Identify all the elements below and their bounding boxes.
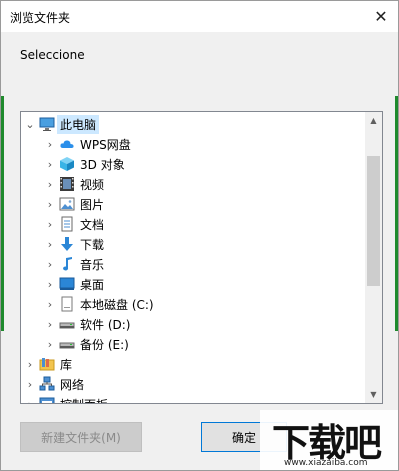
3d-objects-icon xyxy=(59,156,75,172)
title-bar: 浏览文件夹 ✕ xyxy=(1,1,398,32)
expand-chevron-icon[interactable]: › xyxy=(45,138,55,151)
documents-icon xyxy=(59,216,75,232)
music-icon xyxy=(59,256,75,272)
tree-item-label: 备份 (E:) xyxy=(80,337,129,352)
tree-item-1[interactable]: ⌄ 此电脑 xyxy=(21,114,364,134)
window-title: 浏览文件夹 xyxy=(10,11,71,25)
expand-chevron-icon[interactable]: › xyxy=(45,158,55,171)
download-icon xyxy=(59,236,75,252)
tree-item-5[interactable]: › 图片 xyxy=(21,194,364,214)
browse-folder-dialog: 浏览文件夹 ✕ Seleccione ⌄ 此电脑 › WPS网盘 › 3D 对象 › 视频 › 图… xyxy=(0,0,399,471)
right-edge-strip xyxy=(395,96,398,331)
tree-item-2[interactable]: › WPS网盘 xyxy=(21,134,364,154)
video-icon xyxy=(59,176,75,192)
expand-chevron-icon[interactable]: › xyxy=(45,198,55,211)
folder-tree-list: ⌄ 此电脑 › WPS网盘 › 3D 对象 › 视频 › 图片 › 文档 › 下载 › 音乐 › 桌面 › 本地磁盘 … xyxy=(21,112,364,403)
tree-item-label: 桌面 xyxy=(80,277,105,292)
tree-item-11[interactable]: › 软件 (D:) xyxy=(21,314,364,334)
local-disk-icon xyxy=(59,296,75,312)
tree-item-label: 3D 对象 xyxy=(80,157,125,172)
expand-chevron-icon[interactable]: › xyxy=(25,378,35,391)
tree-item-label: 软件 (D:) xyxy=(80,317,131,332)
watermark-url: www.xiazaiba.com xyxy=(284,458,368,468)
prompt-text: Seleccione xyxy=(20,48,85,62)
expand-chevron-icon[interactable]: › xyxy=(45,258,55,271)
tree-item-label: 控制面板 xyxy=(60,396,108,404)
computer-icon xyxy=(39,116,55,132)
close-button[interactable]: ✕ xyxy=(364,1,398,32)
watermark-logo: 下载吧 www.xiazaiba.com xyxy=(260,410,398,470)
drive-icon xyxy=(59,316,75,332)
left-edge-strip xyxy=(1,96,4,331)
tree-item-label: 视频 xyxy=(80,177,105,192)
tree-item-9[interactable]: › 桌面 xyxy=(21,274,364,294)
tree-item-3[interactable]: › 3D 对象 xyxy=(21,154,364,174)
new-folder-button[interactable]: 新建文件夹(M) xyxy=(20,422,142,452)
tree-item-4[interactable]: › 视频 xyxy=(21,174,364,194)
tree-item-label: 此电脑 xyxy=(57,114,100,134)
tree-item-8[interactable]: › 音乐 xyxy=(21,254,364,274)
expand-chevron-icon[interactable]: › xyxy=(45,318,55,331)
pictures-icon xyxy=(59,196,75,212)
folder-tree[interactable]: ⌄ 此电脑 › WPS网盘 › 3D 对象 › 视频 › 图片 › 文档 › 下载 › 音乐 › 桌面 › 本地磁盘 … xyxy=(20,111,383,404)
tree-item-label: WPS网盘 xyxy=(80,137,131,152)
tree-item-label: 网络 xyxy=(60,377,85,392)
expand-chevron-icon[interactable]: › xyxy=(45,178,55,191)
drive-icon xyxy=(59,336,75,352)
tree-item-label: 下载 xyxy=(80,237,105,252)
cloud-icon xyxy=(59,136,75,152)
expand-chevron-icon[interactable]: › xyxy=(45,238,55,251)
collapse-chevron-icon[interactable]: ⌄ xyxy=(25,118,35,131)
tree-item-15[interactable]: › 控制面板 xyxy=(21,394,364,403)
tree-item-10[interactable]: › 本地磁盘 (C:) xyxy=(21,294,364,314)
network-icon xyxy=(39,376,55,392)
tree-item-14[interactable]: › 网络 xyxy=(21,374,364,394)
tree-item-13[interactable]: › 库 xyxy=(21,354,364,374)
tree-item-label: 图片 xyxy=(80,197,105,212)
tree-item-6[interactable]: › 文档 xyxy=(21,214,364,234)
library-icon xyxy=(39,356,55,372)
expand-chevron-icon[interactable]: › xyxy=(45,218,55,231)
control-panel-icon xyxy=(39,396,55,403)
tree-item-label: 音乐 xyxy=(80,257,105,272)
expand-chevron-icon[interactable]: › xyxy=(45,298,55,311)
tree-item-label: 库 xyxy=(60,357,73,372)
scroll-thumb[interactable] xyxy=(367,156,380,286)
expand-chevron-icon[interactable]: › xyxy=(25,398,35,404)
vertical-scrollbar[interactable]: ▲ ▼ xyxy=(365,112,382,403)
tree-item-7[interactable]: › 下载 xyxy=(21,234,364,254)
expand-chevron-icon[interactable]: › xyxy=(45,338,55,351)
expand-chevron-icon[interactable]: › xyxy=(25,358,35,371)
tree-item-label: 文档 xyxy=(80,217,105,232)
tree-item-12[interactable]: › 备份 (E:) xyxy=(21,334,364,354)
scroll-up-arrow-icon[interactable]: ▲ xyxy=(365,112,382,129)
expand-chevron-icon[interactable]: › xyxy=(45,278,55,291)
scroll-down-arrow-icon[interactable]: ▼ xyxy=(365,386,382,403)
desktop-icon xyxy=(59,276,75,292)
tree-item-label: 本地磁盘 (C:) xyxy=(80,297,154,312)
